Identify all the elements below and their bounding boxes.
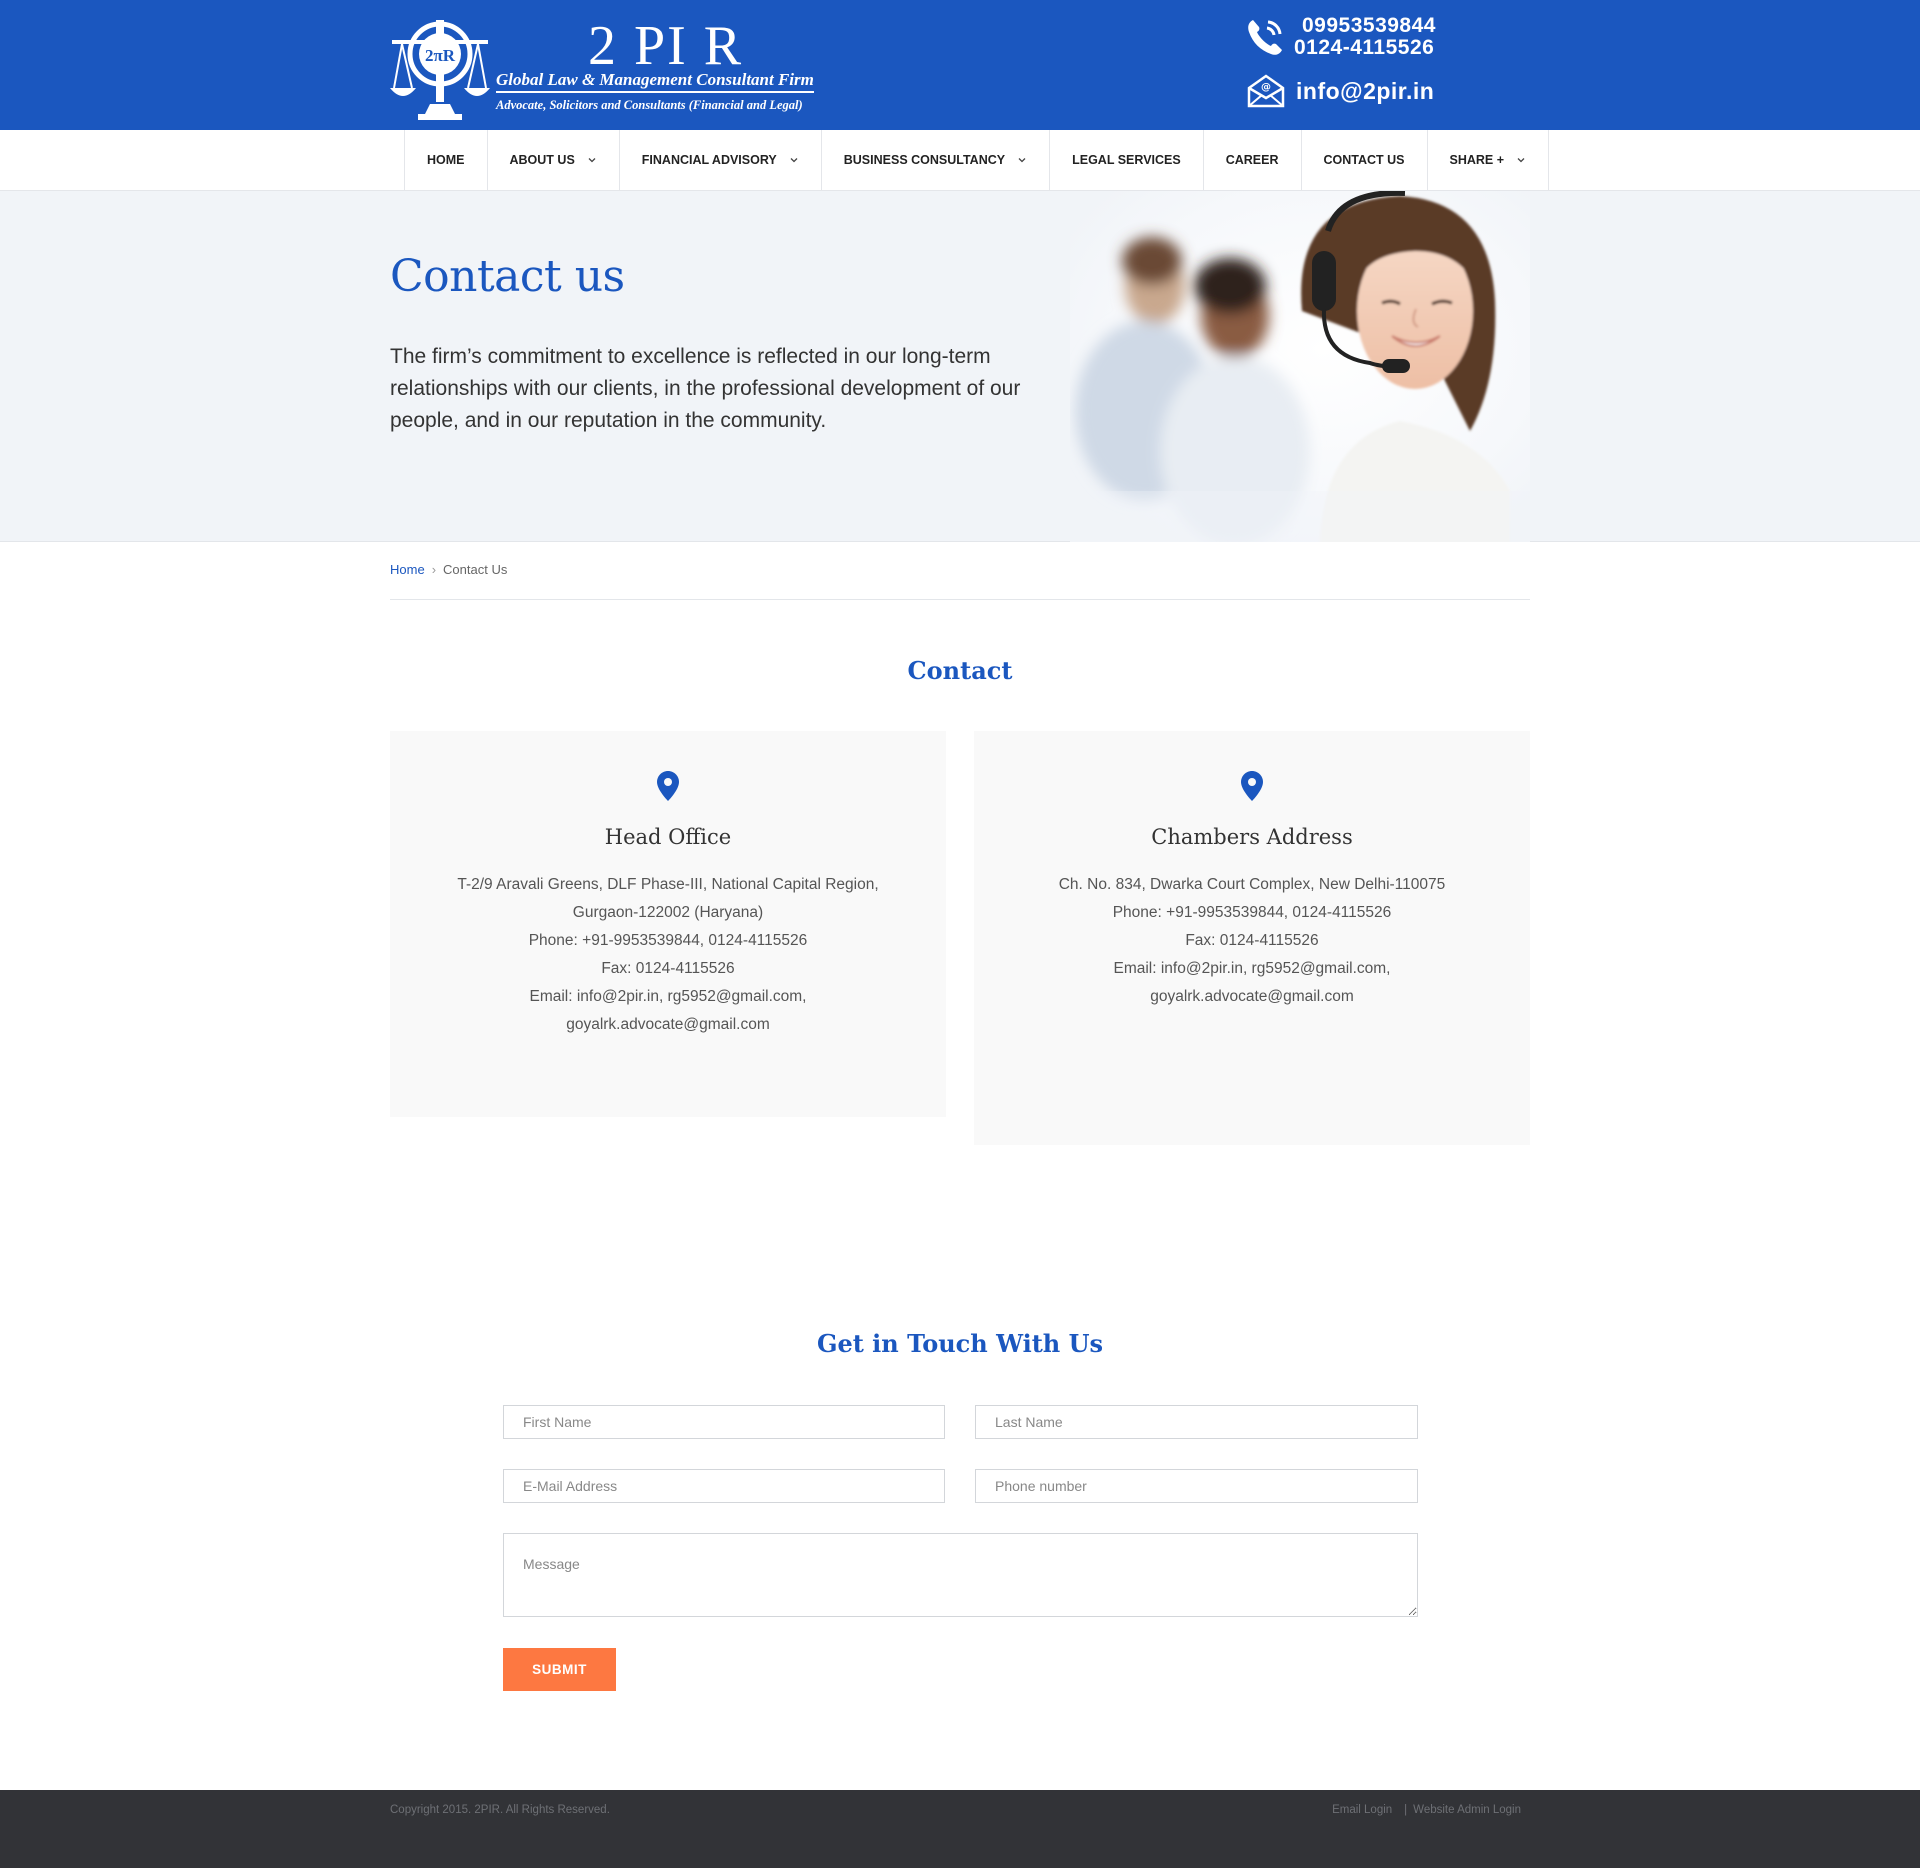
nav-item-label: LEGAL SERVICES	[1072, 153, 1181, 167]
nav-item-share[interactable]: SHARE +	[1428, 130, 1550, 190]
top-header: 2πR 2 PI R Global Law & Management Consu…	[0, 0, 1920, 130]
phone-icon	[1248, 20, 1282, 55]
nav-item-home[interactable]: HOME	[405, 130, 488, 190]
email-line: Email: info@2pir.in, rg5952@gmail.com,	[529, 988, 807, 1005]
page-title: Contact us	[390, 251, 625, 302]
breadcrumb-current: Contact Us	[443, 562, 508, 577]
hero-banner: Contact us The firm’s commitment to exce…	[0, 191, 1920, 542]
email-line: goyalrk.advocate@gmail.com	[1150, 988, 1354, 1005]
nav-item-about-us[interactable]: ABOUT US	[488, 130, 620, 190]
nav-item-business-consultancy[interactable]: BUSINESS CONSULTANCY	[822, 130, 1051, 190]
chevron-down-icon	[1018, 158, 1026, 163]
form-title: Get in Touch With Us	[816, 1329, 1104, 1358]
address-line: Ch. No. 834, Dwarka Court Complex, New D…	[1058, 876, 1446, 893]
main-nav: HOME ABOUT US FINANCIAL ADVISORY BUSINESS C…	[0, 130, 1920, 191]
address-line: T-2/9 Aravali Greens, DLF Phase-III, Nat…	[457, 876, 879, 893]
support-agent-image	[1070, 191, 1530, 542]
last-name-input[interactable]	[975, 1405, 1418, 1439]
header-phone-1[interactable]: 09953539844	[1302, 14, 1436, 38]
footer-links: Email Login | Website Admin Login	[1332, 1804, 1521, 1816]
card-title: Head Office	[604, 825, 732, 849]
site-logo[interactable]: 2πR 2 PI R Global Law & Management Consu…	[390, 12, 852, 120]
submit-button[interactable]: SUBMIT	[503, 1648, 616, 1691]
nav-item-label: ABOUT US	[509, 153, 575, 167]
contact-section-title: Contact	[907, 656, 1013, 685]
fax-line: Fax: 0124-4115526	[1185, 932, 1319, 949]
footer-separator: |	[1404, 1804, 1408, 1816]
card-address: T-2/9 Aravali Greens, DLF Phase-III, Nat…	[390, 871, 946, 1039]
svg-text:@: @	[1261, 82, 1271, 93]
header-contact: 09953539844 0124-4115526 @ info@2pir.in	[1244, 14, 1444, 114]
nav-item-label: CONTACT US	[1323, 153, 1405, 167]
chevron-right-icon: ›	[431, 562, 437, 577]
nav-item-contact-us[interactable]: CONTACT US	[1302, 130, 1428, 190]
chambers-address-card: Chambers Address Ch. No. 834, Dwarka Cou…	[974, 731, 1530, 1145]
scales-of-justice-icon: 2πR	[390, 20, 490, 120]
card-title: Chambers Address	[1151, 825, 1353, 849]
map-pin-icon	[1241, 771, 1263, 801]
address-line: Gurgaon-122002 (Haryana)	[572, 904, 764, 921]
email-line: Email: info@2pir.in, rg5952@gmail.com,	[1113, 960, 1391, 977]
nav-item-label: SHARE +	[1449, 153, 1505, 167]
logo-subtagline: Advocate, Solicitors and Consultants (Fi…	[496, 98, 803, 112]
hero-description: The firm’s commitment to excellence is r…	[390, 345, 1021, 432]
breadcrumb: Home › Contact Us	[390, 562, 1530, 600]
website-admin-login-link[interactable]: Website Admin Login	[1413, 1804, 1521, 1816]
phone-line: Phone: +91-9953539844, 0124-4115526	[528, 932, 808, 949]
email-line: goyalrk.advocate@gmail.com	[566, 1016, 770, 1033]
phone-input[interactable]	[975, 1469, 1418, 1503]
header-phone-2[interactable]: 0124-4115526	[1294, 36, 1434, 60]
head-office-card: Head Office T-2/9 Aravali Greens, DLF Ph…	[390, 731, 946, 1117]
email-input[interactable]	[503, 1469, 945, 1503]
chevron-down-icon	[588, 158, 596, 163]
card-address: Ch. No. 834, Dwarka Court Complex, New D…	[974, 871, 1530, 1011]
mail-icon: @	[1247, 74, 1285, 108]
nav-item-label: BUSINESS CONSULTANCY	[843, 153, 1006, 167]
nav-item-label: FINANCIAL ADVISORY	[641, 153, 777, 167]
logo-emblem-text: 2πR	[425, 46, 456, 65]
nav-item-label: HOME	[427, 153, 465, 167]
nav-menu: HOME ABOUT US FINANCIAL ADVISORY BUSINESS C…	[404, 130, 1550, 190]
map-pin-icon	[657, 771, 679, 801]
breadcrumb-home-link[interactable]: Home	[390, 562, 425, 577]
nav-item-financial-advisory[interactable]: FINANCIAL ADVISORY	[620, 130, 822, 190]
nav-item-legal-services[interactable]: LEGAL SERVICES	[1050, 130, 1204, 190]
footer: Copyright 2015. 2PIR. All Rights Reserve…	[0, 1790, 1920, 1868]
phone-line: Phone: +91-9953539844, 0124-4115526	[1112, 904, 1392, 921]
header-email[interactable]: info@2pir.in	[1296, 78, 1434, 105]
nav-item-label: CAREER	[1225, 153, 1279, 167]
fax-line: Fax: 0124-4115526	[601, 960, 735, 977]
nav-item-career[interactable]: CAREER	[1204, 130, 1302, 190]
chevron-down-icon	[1517, 158, 1525, 163]
logo-tagline: Global Law & Management Consultant Firm	[496, 70, 814, 93]
first-name-input[interactable]	[503, 1405, 945, 1439]
message-textarea[interactable]	[503, 1533, 1418, 1617]
chevron-down-icon	[790, 158, 798, 163]
logo-title: 2 PI R	[588, 15, 744, 77]
copyright-text: Copyright 2015. 2PIR. All Rights Reserve…	[390, 1804, 610, 1816]
email-login-link[interactable]: Email Login	[1332, 1804, 1392, 1816]
